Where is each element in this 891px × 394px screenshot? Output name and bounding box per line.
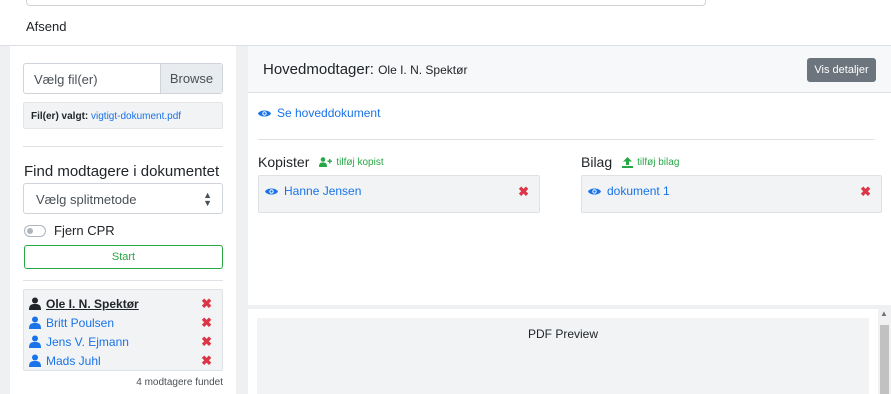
add-user-icon (319, 157, 333, 167)
add-copy-label: tilføj kopist (336, 156, 384, 168)
remove-icon[interactable]: ✖ (201, 353, 212, 369)
tab-afsend[interactable]: Afsend (26, 19, 66, 34)
recipient-name: Britt Poulsen (46, 315, 115, 330)
pdf-preview-panel: PDF Preview (248, 309, 878, 394)
attachment-item-name: dokument 1 (607, 184, 670, 198)
remove-cpr-label: Fjern CPR (54, 223, 115, 238)
remove-cpr-row[interactable]: Fjern CPR (24, 223, 115, 238)
see-main-document-label: Se hoveddokument (277, 106, 381, 120)
attachments-title: Bilag (581, 154, 613, 170)
find-recipients-title: Find modtagere i dokumentet (24, 163, 220, 180)
split-method-select[interactable]: Vælg splitmetode ▲ ▼ (23, 183, 223, 214)
pdf-preview-area[interactable]: PDF Preview (257, 318, 869, 394)
primary-recipient-name: Ole I. N. Spektør (378, 63, 468, 77)
user-icon (29, 297, 42, 310)
chosen-files: Fil(er) valgt: vigtigt-dokument.pdf (23, 102, 223, 129)
add-copy-link[interactable]: tilføj kopist (319, 156, 384, 168)
scroll-up-icon[interactable]: ▲ (880, 309, 888, 318)
copy-item[interactable]: Hanne Jensen ✖ (258, 175, 540, 213)
eye-icon (258, 109, 271, 118)
attachments-section-title: Bilag tilføj bilag (581, 154, 679, 170)
add-attachment-label: tilføj bilag (637, 156, 680, 168)
attachment-item[interactable]: dokument 1 ✖ (581, 175, 882, 213)
file-input[interactable]: Vælg fil(er) (24, 64, 160, 93)
recipients-found-count: 4 modtagere fundet (136, 377, 223, 388)
remove-icon[interactable]: ✖ (518, 184, 529, 200)
remove-cpr-toggle[interactable] (24, 224, 46, 237)
recipient-name: Jens V. Ejmann (46, 334, 129, 349)
eye-icon (588, 184, 601, 196)
main-panel: Hovedmodtager: Ole I. N. Spektør Vis det… (248, 46, 891, 305)
divider (23, 280, 223, 281)
recipient-item[interactable]: Jens V. Ejmann ✖ (29, 332, 222, 351)
browse-button[interactable]: Browse (160, 64, 222, 93)
recipient-list: Ole I. N. Spektør ✖ Britt Poulsen ✖ Jens… (23, 289, 223, 371)
top-input-edge (26, 0, 706, 6)
user-icon (29, 354, 42, 367)
split-method-value: Vælg splitmetode (36, 192, 137, 207)
primary-recipient-header: Hovedmodtager: Ole I. N. Spektør Vis det… (248, 46, 891, 93)
select-arrows-icon: ▲ ▼ (203, 190, 212, 208)
remove-icon[interactable]: ✖ (201, 296, 212, 312)
scrollbar-thumb[interactable] (880, 325, 889, 394)
remove-icon[interactable]: ✖ (201, 334, 212, 350)
file-picker[interactable]: Vælg fil(er) Browse (23, 63, 223, 94)
chosen-file-name[interactable]: vigtigt-dokument.pdf (91, 111, 181, 122)
start-button[interactable]: Start (24, 245, 223, 269)
remove-icon[interactable]: ✖ (201, 315, 212, 331)
eye-icon (265, 184, 278, 196)
recipient-item[interactable]: Britt Poulsen ✖ (29, 313, 222, 332)
chosen-files-label: Fil(er) valgt: (31, 111, 89, 122)
recipient-name: Mads Juhl (46, 353, 101, 368)
left-panel: Vælg fil(er) Browse Fil(er) valgt: vigti… (10, 46, 236, 394)
divider (258, 139, 875, 140)
user-icon (29, 316, 42, 329)
copies-section-title: Kopister tilføj kopist (258, 154, 384, 170)
divider (23, 146, 223, 147)
pdf-preview-title: PDF Preview (527, 327, 598, 341)
recipient-item-main[interactable]: Ole I. N. Spektør ✖ (29, 294, 222, 313)
add-attachment-link[interactable]: tilføj bilag (622, 156, 680, 168)
recipient-name: Ole I. N. Spektør (46, 296, 139, 311)
primary-recipient-label: Hovedmodtager: (263, 61, 374, 78)
upload-icon (622, 156, 634, 168)
see-main-document-link[interactable]: Se hoveddokument (258, 106, 380, 120)
top-bar: Afsend (0, 0, 891, 46)
primary-recipient: Hovedmodtager: Ole I. N. Spektør (263, 61, 467, 78)
remove-icon[interactable]: ✖ (860, 184, 871, 200)
recipient-item[interactable]: Mads Juhl ✖ (29, 351, 222, 370)
show-details-button[interactable]: Vis detaljer (807, 58, 876, 82)
scrollbar[interactable]: ▲ (878, 309, 891, 394)
copy-item-name: Hanne Jensen (284, 184, 362, 198)
user-icon (29, 335, 42, 348)
copies-title: Kopister (258, 154, 310, 170)
